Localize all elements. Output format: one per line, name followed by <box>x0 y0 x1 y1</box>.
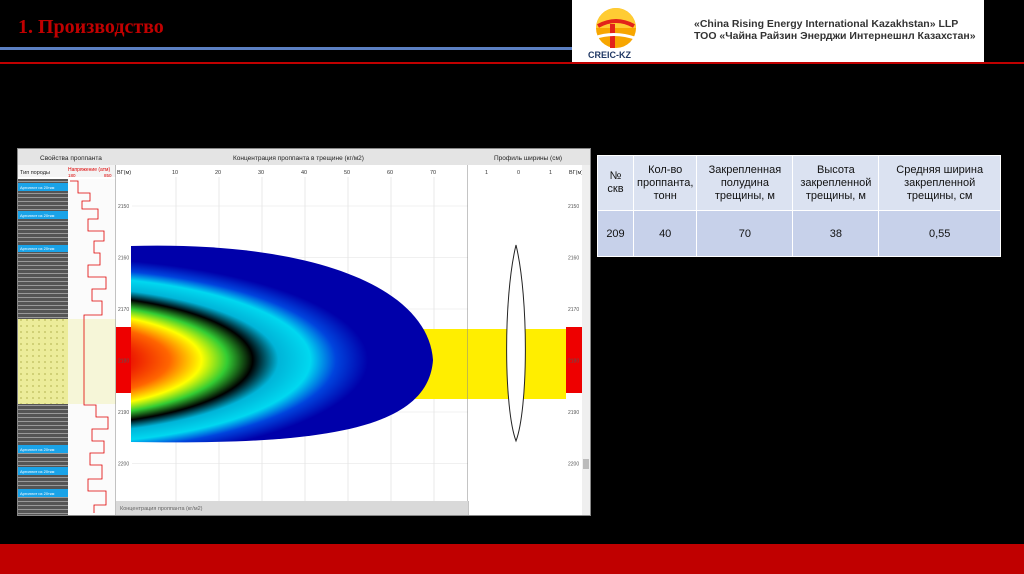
rock-label: Аргиллит из 20ткм <box>20 185 55 190</box>
proppant-properties-header: Свойства проппанта <box>40 154 102 162</box>
concentration-footer-tab[interactable]: Концентрация проппанта (кг/м2) <box>120 506 203 512</box>
width-profile-header: Профиль ширины (см) <box>494 155 562 162</box>
fracture-simulation-screenshot: Свойства проппанта Концентрация проппант… <box>17 148 591 516</box>
table-header-cell: Средняя ширина закрепленной трещины, см <box>878 155 1001 211</box>
rock-lithology-column: Аргиллит из 20ткм Аргиллит из 20ткм Арги… <box>18 179 68 515</box>
fracture-simulation-view: Свойства проппанта Концентрация проппант… <box>18 149 590 515</box>
concentration-tick-label: 50 <box>344 170 350 176</box>
company-logo-icon <box>593 8 641 48</box>
depth-tick-label: 2190 <box>118 410 129 416</box>
depth-tick-label: 2180 <box>118 359 129 365</box>
depth-tick-label: 2170 <box>568 307 579 313</box>
rock-label: Аргиллит из 20ткм <box>20 213 55 218</box>
concentration-tick-label: 20 <box>215 170 221 176</box>
table-row: 209 40 70 38 0,55 <box>597 210 1001 257</box>
stress-min: 180 <box>68 173 76 178</box>
rock-label: Аргиллит из 20ткм <box>20 447 55 452</box>
fracture-results-table: № скв Кол-во проппанта, тонн Закрепленна… <box>597 155 1001 257</box>
table-cell: 0,55 <box>878 210 1001 257</box>
logo-abbreviation: CREIC-KZ <box>588 50 631 60</box>
width-tick-label: 0 <box>517 170 520 176</box>
rock-label: Аргиллит из 20ткм <box>20 491 55 496</box>
depth-axis-label: ВГ(м) <box>117 170 131 176</box>
concentration-tick-label: 10 <box>172 170 178 176</box>
table-header-row: № скв Кол-во проппанта, тонн Закрепленна… <box>597 155 1001 211</box>
table-header-cell: № скв <box>597 155 634 211</box>
table-cell: 38 <box>792 210 880 257</box>
depth-tick-label: 2200 <box>568 462 579 468</box>
stress-max: 850 <box>104 173 112 178</box>
company-logo-banner: CREIC-KZ «China Rising Energy Internatio… <box>572 0 984 62</box>
table-header-cell: Кол-во проппанта, тонн <box>632 155 698 211</box>
table-header-cell: Высота закрепленной трещины, м <box>792 155 880 211</box>
slide: { "slide": { "title": "1. Производство" … <box>0 0 1024 574</box>
footer-bar <box>0 544 1024 574</box>
concentration-tick-label: 70 <box>430 170 436 176</box>
depth-axis-label-right: ВГ(м) <box>569 170 583 176</box>
depth-tick-label: 2150 <box>568 204 579 210</box>
concentration-tick-label: 60 <box>387 170 393 176</box>
table-cell: 70 <box>696 210 794 257</box>
rock-type-column-header: Тип породы <box>20 170 50 176</box>
depth-tick-label: 2160 <box>118 256 129 262</box>
concentration-header: Концентрация проппанта в трещине (кг/м2) <box>233 155 364 162</box>
concentration-tick-label: 40 <box>301 170 307 176</box>
depth-tick-label: 2150 <box>118 204 129 210</box>
header-divider <box>0 47 572 50</box>
concentration-tick-label: 30 <box>258 170 264 176</box>
company-name-en: «China Rising Energy International Kazak… <box>694 18 959 30</box>
slide-title: 1. Производство <box>18 16 164 38</box>
depth-tick-label: 2190 <box>568 410 579 416</box>
company-name-ru: ТОО «Чайна Райзин Энерджи Интернешнл Каз… <box>694 30 976 42</box>
depth-tick-label: 2200 <box>118 462 129 468</box>
table-cell: 40 <box>632 210 698 257</box>
depth-tick-label: 2160 <box>568 256 579 262</box>
width-tick-label: 1 <box>485 170 488 176</box>
table-cell: 209 <box>597 210 634 257</box>
scrollbar-thumb[interactable] <box>583 459 589 469</box>
depth-tick-label: 2180 <box>568 359 579 365</box>
rock-label: Аргиллит из 20ткм <box>20 246 55 251</box>
rock-label: Аргиллит из 20ткм <box>20 469 55 474</box>
width-tick-label: 1 <box>549 170 552 176</box>
table-header-cell: Закрепленная полудина трещины, м <box>696 155 794 211</box>
header-red-line <box>0 62 1024 64</box>
depth-tick-label: 2170 <box>118 307 129 313</box>
company-name: «China Rising Energy International Kazak… <box>694 18 976 42</box>
